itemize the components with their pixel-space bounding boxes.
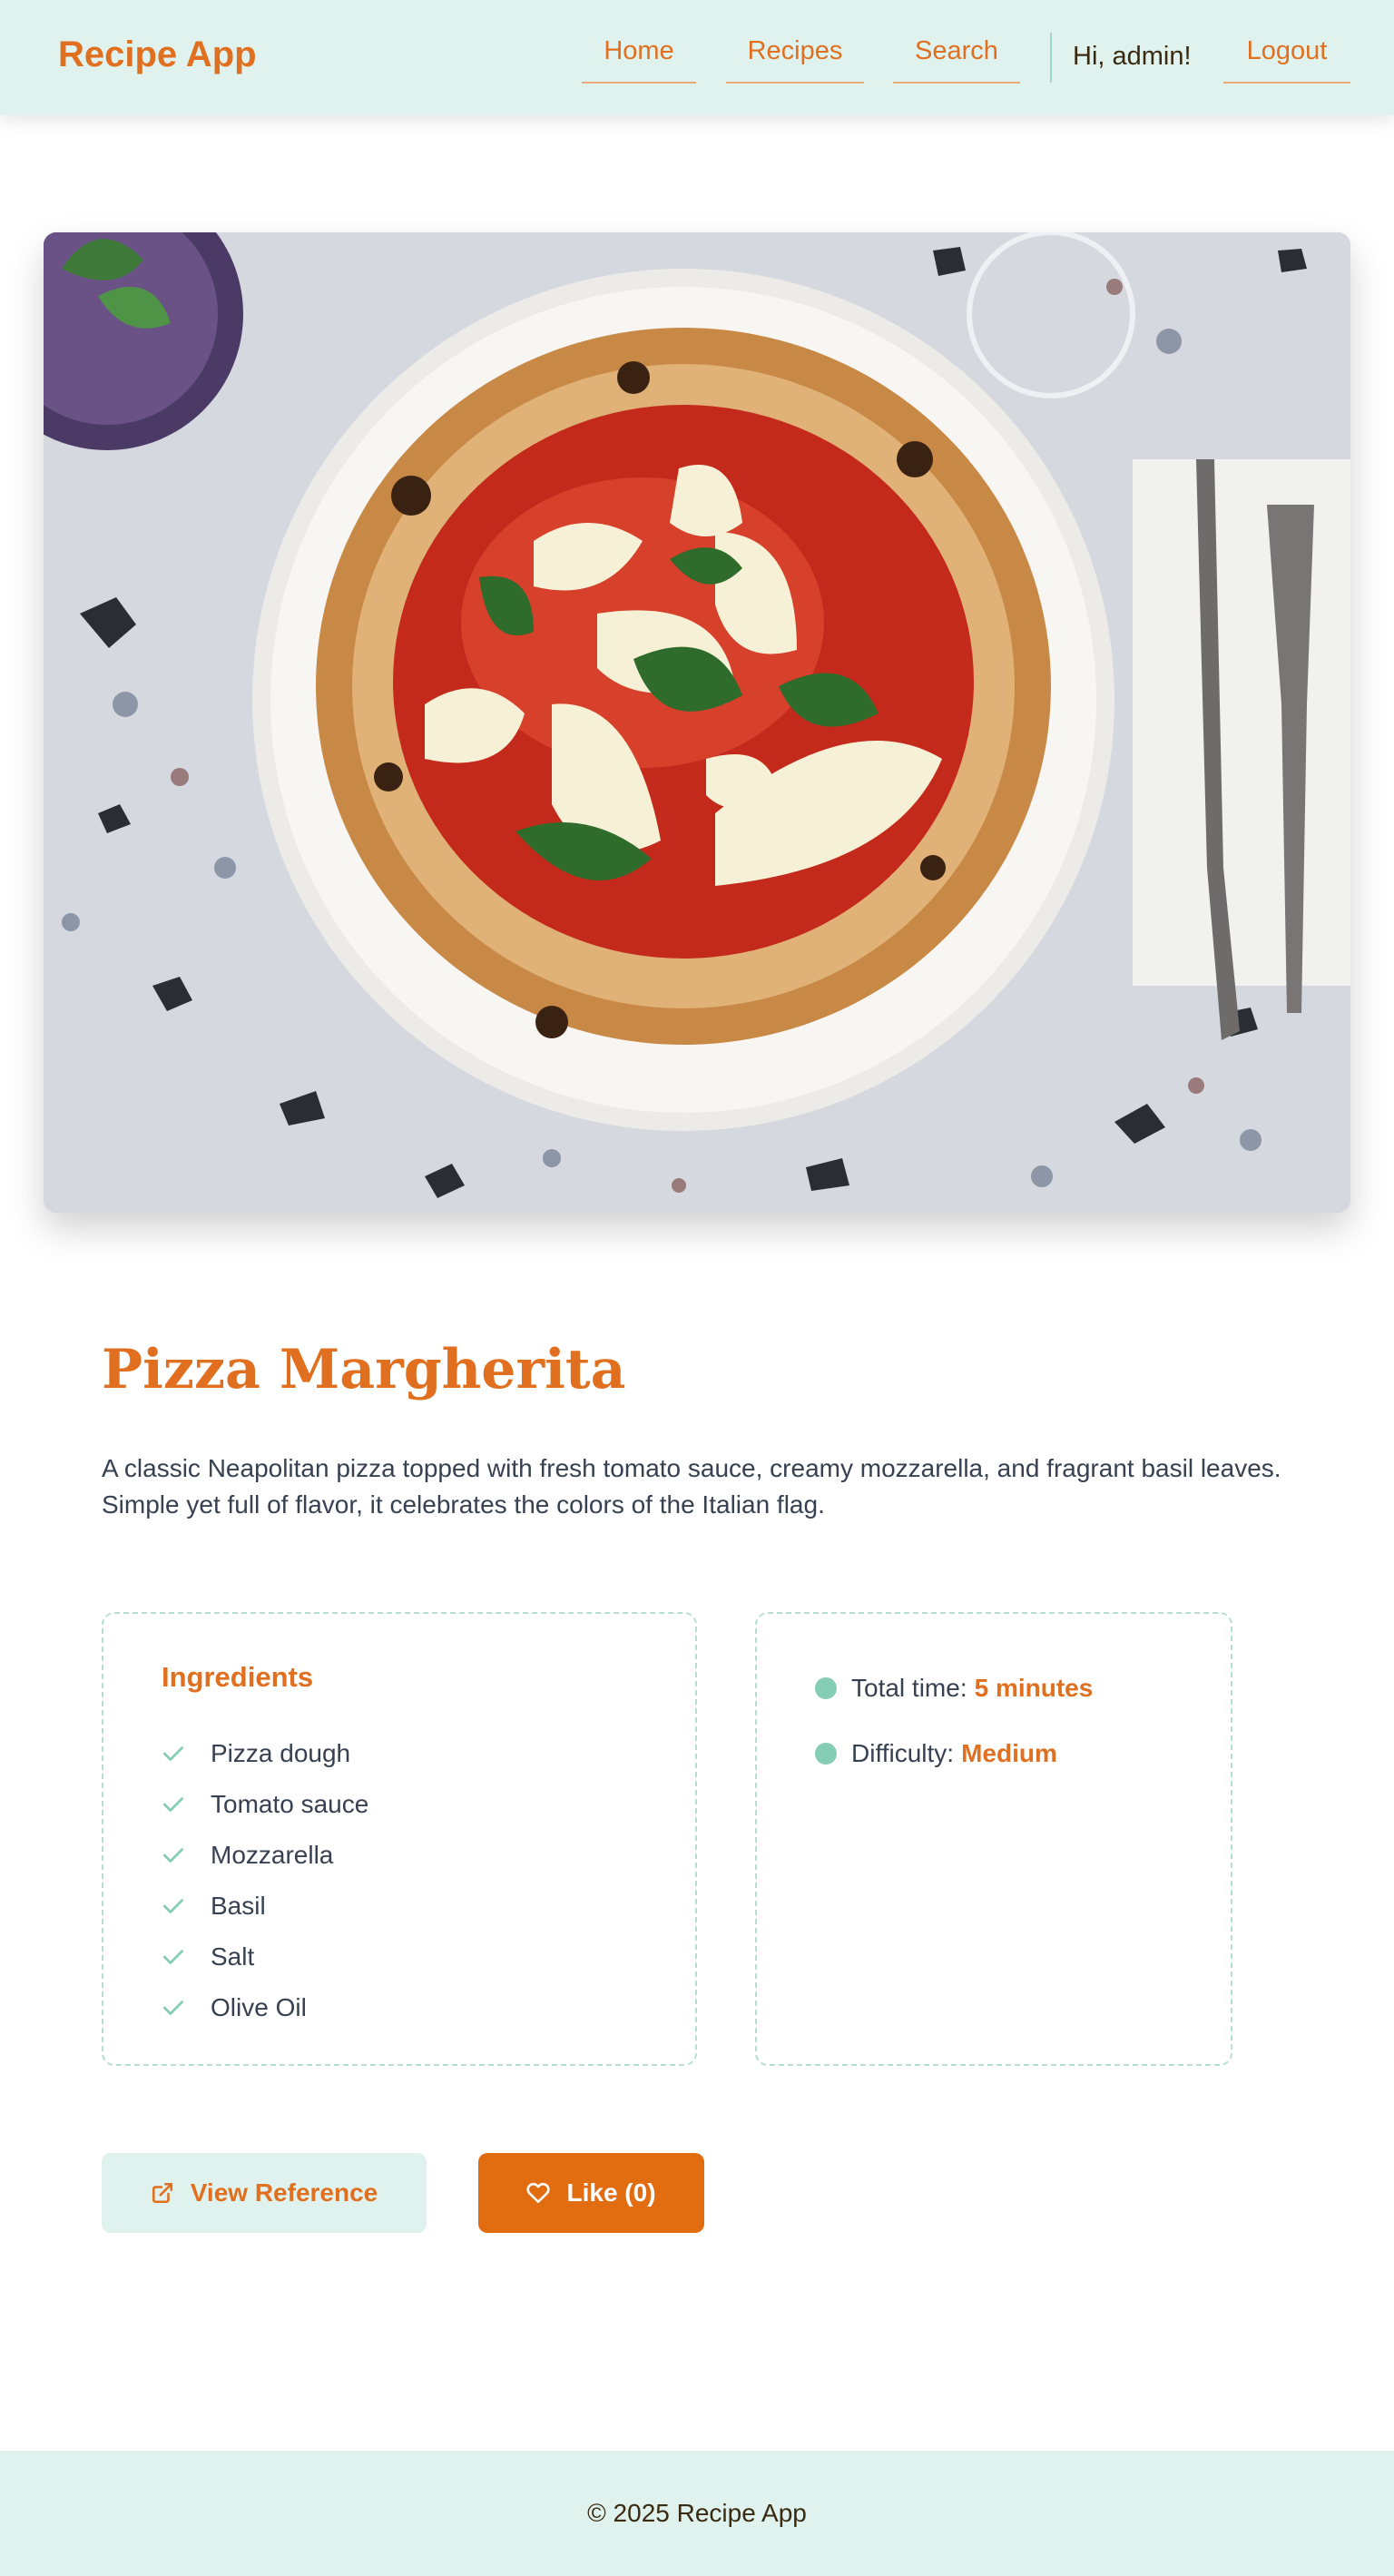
difficulty-value: Medium [961,1739,1057,1767]
external-link-icon [152,2182,172,2204]
heart-icon [526,2183,551,2204]
like-label: Like (0) [566,2178,656,2207]
ingredients-heading: Ingredients [162,1661,314,1693]
bullet-dot-icon [815,1743,837,1765]
ingredient-label: Tomato sauce [211,1790,369,1818]
check-icon [162,1848,184,1863]
view-reference-label: View Reference [190,2178,378,2207]
nav-link-home[interactable]: Home [582,36,696,84]
like-button[interactable]: Like (0) [478,2153,704,2233]
difficulty-row: Difficulty: Medium [815,1739,1057,1768]
ingredients-card: Ingredients Pizza dough Tomato sauce Moz… [102,1612,697,2066]
difficulty-label: Difficulty: [851,1739,955,1767]
ingredient-item: Tomato sauce [162,1779,368,1830]
check-icon [162,1950,184,1964]
top-navbar: Recipe App Home Recipes Search Hi, admin… [0,0,1394,115]
recipe-meta-card: Total time: 5 minutes Difficulty: Medium [755,1612,1232,2066]
ingredient-label: Pizza dough [211,1739,351,1767]
nav-link-recipes[interactable]: Recipes [726,36,864,84]
ingredient-label: Basil [211,1892,266,1920]
ingredient-item: Salt [162,1932,368,1982]
total-time-label: Total time: [851,1674,967,1702]
ingredient-label: Salt [211,1942,255,1971]
ingredient-label: Olive Oil [211,1993,307,2021]
view-reference-button[interactable]: View Reference [102,2153,427,2233]
app-logo[interactable]: Recipe App [58,34,257,75]
nav-link-search[interactable]: Search [893,36,1020,84]
bullet-dot-icon [815,1677,837,1699]
page-footer: © 2025 Recipe App [0,2451,1394,2576]
ingredient-item: Basil [162,1881,368,1932]
check-icon [162,2001,184,2015]
recipe-description: A classic Neapolitan pizza topped with f… [102,1454,1281,1519]
footer-copyright: © 2025 Recipe App [587,2499,807,2527]
ingredients-list: Pizza dough Tomato sauce Mozzarella Basi… [162,1728,368,2033]
total-time-value: 5 minutes [974,1674,1094,1702]
total-time-row: Total time: 5 minutes [815,1674,1093,1703]
ingredient-item: Mozzarella [162,1830,368,1881]
ingredient-label: Mozzarella [211,1841,334,1869]
check-icon [162,1746,184,1761]
recipe-title: Pizza Margherita [102,1338,626,1401]
ingredient-item: Olive Oil [162,1982,368,2033]
check-icon [162,1899,184,1913]
nav-divider [1050,33,1052,83]
ingredient-item: Pizza dough [162,1728,368,1779]
logout-link[interactable]: Logout [1223,36,1350,84]
user-greeting: Hi, admin! [1073,42,1192,71]
recipe-image [44,232,1350,1213]
check-icon [162,1797,184,1812]
